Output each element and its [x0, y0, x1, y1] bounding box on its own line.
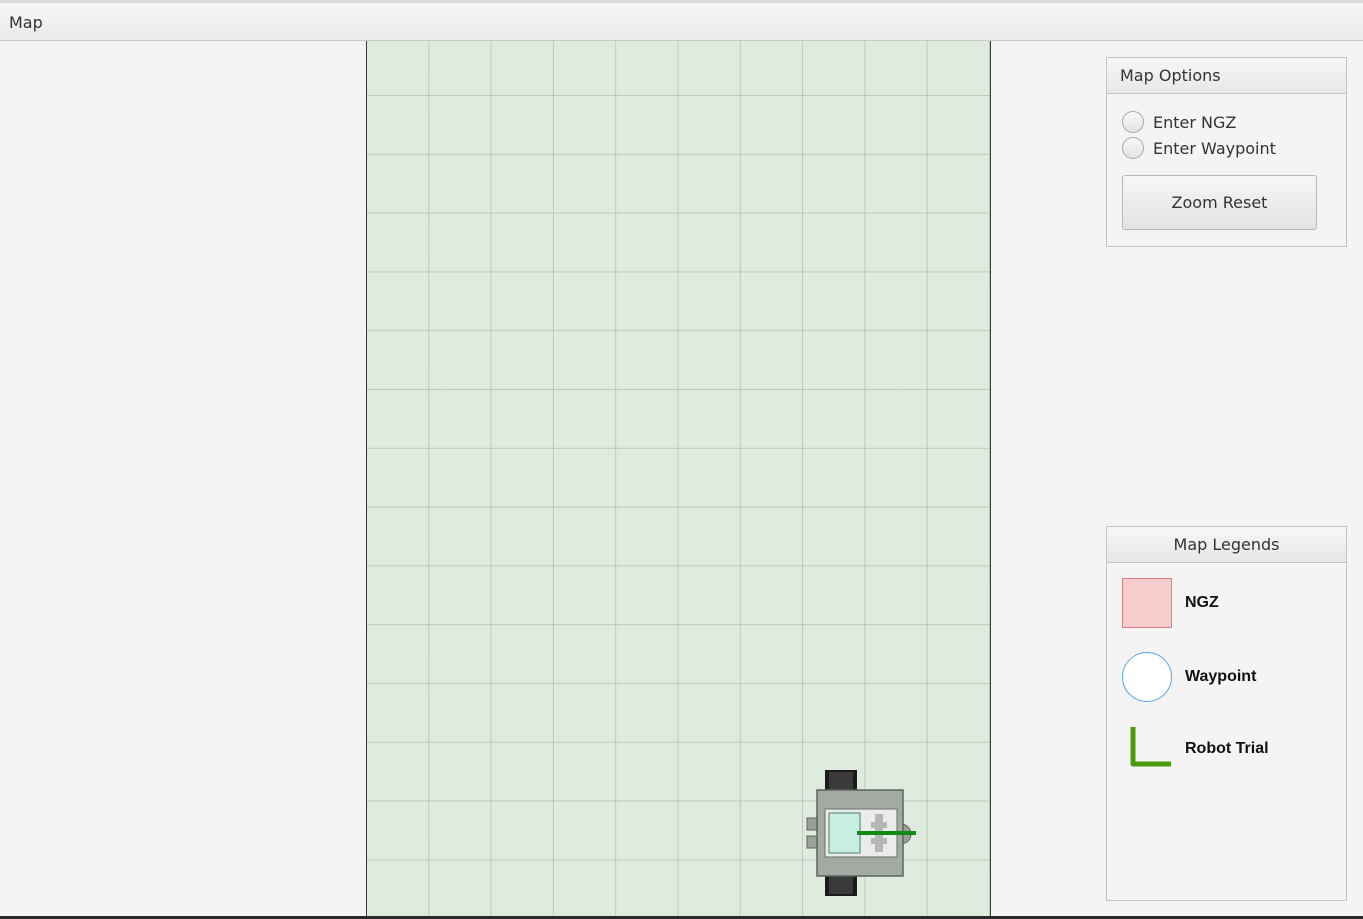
- waypoint-circle-icon: [1122, 652, 1172, 702]
- robot-icon: [806, 770, 916, 896]
- radio-enter-waypoint[interactable]: Enter Waypoint: [1122, 136, 1276, 160]
- legend-robot-trial: Robot Trial: [1122, 724, 1269, 774]
- map-options-title: Map Options: [1107, 58, 1346, 94]
- radio-circle-icon[interactable]: [1122, 137, 1144, 159]
- map-canvas[interactable]: [366, 41, 991, 917]
- legend-ngz-label: NGZ: [1185, 594, 1219, 611]
- ngz-swatch-icon: [1122, 578, 1172, 628]
- l-path-icon: [1130, 727, 1171, 767]
- zoom-reset-button[interactable]: Zoom Reset: [1122, 175, 1317, 230]
- radio-enter-waypoint-label: Enter Waypoint: [1153, 138, 1276, 158]
- radio-circle-icon[interactable]: [1122, 111, 1144, 133]
- legend-waypoint-label: Waypoint: [1185, 668, 1257, 685]
- legend-robot-trial-label: Robot Trial: [1185, 740, 1269, 757]
- legend-ngz: NGZ: [1122, 578, 1219, 628]
- map-legends-panel: Map Legends NGZ Waypoint Robot Trial: [1106, 526, 1347, 901]
- legend-waypoint: Waypoint: [1122, 652, 1256, 702]
- radio-enter-ngz-label: Enter NGZ: [1153, 112, 1237, 132]
- radio-enter-ngz[interactable]: Enter NGZ: [1122, 110, 1236, 134]
- window-title: Map: [9, 13, 43, 32]
- map-options-panel: Map Options Enter NGZ Enter Waypoint Zoo…: [1106, 57, 1347, 247]
- title-bar: Map: [0, 3, 1363, 41]
- map-legends-title: Map Legends: [1107, 527, 1346, 563]
